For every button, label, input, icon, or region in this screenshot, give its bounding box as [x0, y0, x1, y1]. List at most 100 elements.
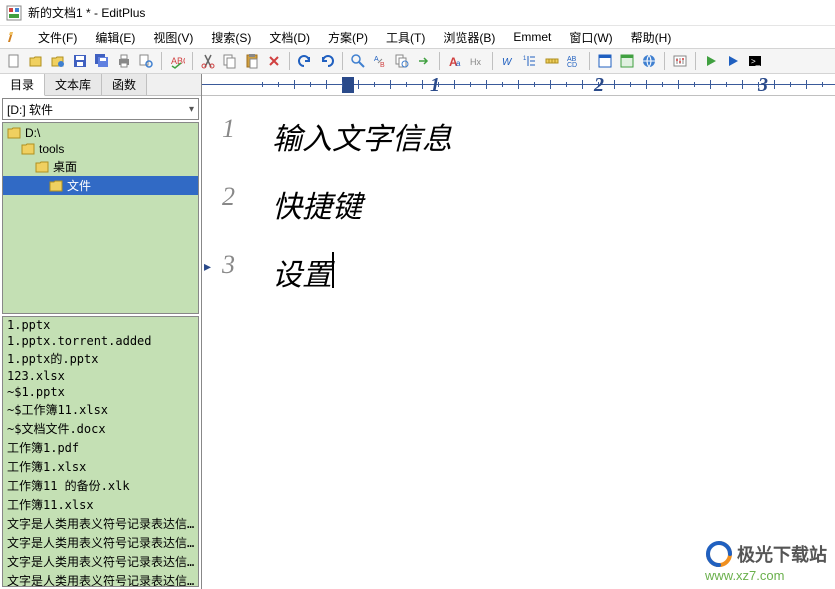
app-menu-icon[interactable] — [6, 29, 22, 45]
run-button[interactable] — [701, 51, 721, 71]
sidebar-tabs: 目录 文本库 函数 — [0, 74, 201, 96]
menu-project[interactable]: 方案(P) — [320, 27, 376, 48]
file-item[interactable]: ~$文档文件.docx — [3, 419, 198, 438]
line-num-button[interactable]: 1 — [520, 51, 540, 71]
watermark-url: www.xz7.com — [705, 568, 827, 583]
save-button[interactable] — [70, 51, 90, 71]
file-item[interactable]: ~$工作簿11.xlsx — [3, 400, 198, 419]
file-item[interactable]: 文字是人类用表义符号记录表达信… — [3, 514, 198, 533]
paste-button[interactable] — [242, 51, 262, 71]
open-file-button[interactable] — [26, 51, 46, 71]
terminal-button[interactable]: >_ — [745, 51, 765, 71]
file-item[interactable]: 工作簿11.xlsx — [3, 495, 198, 514]
menu-emmet[interactable]: Emmet — [505, 28, 559, 46]
drive-selector[interactable]: [D:] 软件 ▾ — [2, 98, 199, 120]
menu-edit[interactable]: 编辑(E) — [87, 27, 143, 48]
spellcheck-button[interactable]: ABC — [167, 51, 187, 71]
current-line-marker: ▸ — [204, 258, 211, 275]
delete-button[interactable] — [264, 51, 284, 71]
ruler-marker[interactable] — [342, 77, 354, 93]
print-preview-button[interactable] — [136, 51, 156, 71]
watermark-logo-icon — [705, 540, 733, 568]
file-item[interactable]: ~$1.pptx — [3, 384, 198, 400]
browser-button[interactable] — [595, 51, 615, 71]
print-button[interactable] — [114, 51, 134, 71]
undo-button[interactable] — [295, 51, 315, 71]
menu-window[interactable]: 窗口(W) — [561, 27, 620, 48]
menu-help[interactable]: 帮助(H) — [623, 27, 680, 48]
file-item[interactable]: 文字是人类用表义符号记录表达信… — [3, 533, 198, 552]
text-line[interactable]: 设置 — [272, 250, 332, 294]
run-2-button[interactable] — [723, 51, 743, 71]
copy-button[interactable] — [220, 51, 240, 71]
toolbar-separator — [664, 52, 665, 70]
folder-item[interactable]: 桌面 — [3, 157, 198, 176]
toolbar-separator — [289, 52, 290, 70]
svg-text:>_: >_ — [751, 57, 761, 66]
text-cursor — [332, 252, 334, 288]
file-item[interactable]: 文字是人类用表义符号记录表达信… — [3, 552, 198, 571]
replace-button[interactable]: AB — [370, 51, 390, 71]
hex-button[interactable]: Hx — [467, 51, 487, 71]
file-item[interactable]: 工作簿1.xlsx — [3, 457, 198, 476]
open-remote-button[interactable] — [48, 51, 68, 71]
file-item[interactable]: 工作簿1.pdf — [3, 438, 198, 457]
folder-item[interactable]: D:\ — [3, 125, 198, 141]
sidebar-tab-functions[interactable]: 函数 — [102, 74, 147, 95]
goto-button[interactable] — [414, 51, 434, 71]
ruler-button[interactable] — [542, 51, 562, 71]
drive-label: [D:] 软件 — [7, 101, 53, 118]
menu-file[interactable]: 文件(F) — [30, 27, 85, 48]
menu-browser[interactable]: 浏览器(B) — [435, 27, 503, 48]
svg-text:A: A — [374, 56, 379, 63]
menu-view[interactable]: 视图(V) — [145, 27, 201, 48]
app-icon — [6, 5, 22, 21]
folder-icon — [21, 143, 35, 155]
ruler-number: 3 — [758, 74, 768, 96]
file-item[interactable]: 文字是人类用表义符号记录表达信… — [3, 571, 198, 587]
menu-document[interactable]: 文档(D) — [261, 27, 318, 48]
file-item[interactable]: 123.xlsx — [3, 368, 198, 384]
sidebar-tab-directory[interactable]: 目录 — [0, 74, 45, 96]
folder-item[interactable]: 文件 — [3, 176, 198, 195]
save-all-button[interactable] — [92, 51, 112, 71]
sidebar-tab-cliptext[interactable]: 文本库 — [45, 74, 102, 95]
file-item[interactable]: 1.pptx的.pptx — [3, 349, 198, 368]
find-button[interactable] — [348, 51, 368, 71]
svg-text:1: 1 — [523, 56, 527, 62]
svg-text:W: W — [502, 57, 513, 68]
new-file-button[interactable] — [4, 51, 24, 71]
file-item[interactable]: 1.pptx — [3, 317, 198, 333]
cut-button[interactable] — [198, 51, 218, 71]
editor-area: 123 1输入文字信息2快捷键3设置▸ — [202, 74, 835, 589]
window-title: 新的文档1 * - EditPlus — [28, 4, 145, 21]
folder-tree[interactable]: D:\tools桌面文件 — [2, 122, 199, 314]
toolbar-separator — [589, 52, 590, 70]
toolbar-separator — [192, 52, 193, 70]
text-line[interactable]: 快捷键 — [272, 182, 362, 226]
folder-item[interactable]: tools — [3, 141, 198, 157]
svg-text:CD: CD — [567, 62, 577, 69]
column-button[interactable]: ABCD — [564, 51, 584, 71]
redo-button[interactable] — [317, 51, 337, 71]
find-in-files-button[interactable] — [392, 51, 412, 71]
editor-body[interactable]: 1输入文字信息2快捷键3设置▸ — [202, 96, 835, 589]
menu-tools[interactable]: 工具(T) — [378, 27, 433, 48]
font-button[interactable]: Aa — [445, 51, 465, 71]
toolbar-separator — [342, 52, 343, 70]
menu-search[interactable]: 搜索(S) — [203, 27, 259, 48]
watermark: 极光下载站 www.xz7.com — [705, 540, 827, 583]
svg-text:Hx: Hx — [470, 57, 481, 67]
browser-view-button[interactable] — [617, 51, 637, 71]
view-in-browser-button[interactable] — [639, 51, 659, 71]
settings-button[interactable] — [670, 51, 690, 71]
wordwrap-button[interactable]: W — [498, 51, 518, 71]
file-item[interactable]: 1.pptx.torrent.added — [3, 333, 198, 349]
svg-text:B: B — [380, 62, 385, 69]
toolbar-separator — [439, 52, 440, 70]
file-item[interactable]: 工作簿11 的备份.xlk — [3, 476, 198, 495]
text-line[interactable]: 输入文字信息 — [272, 114, 452, 158]
svg-text:ABC: ABC — [171, 56, 185, 66]
file-list[interactable]: 1.pptx1.pptx.torrent.added1.pptx的.pptx12… — [2, 316, 199, 587]
watermark-name: 极光下载站 — [737, 541, 827, 567]
